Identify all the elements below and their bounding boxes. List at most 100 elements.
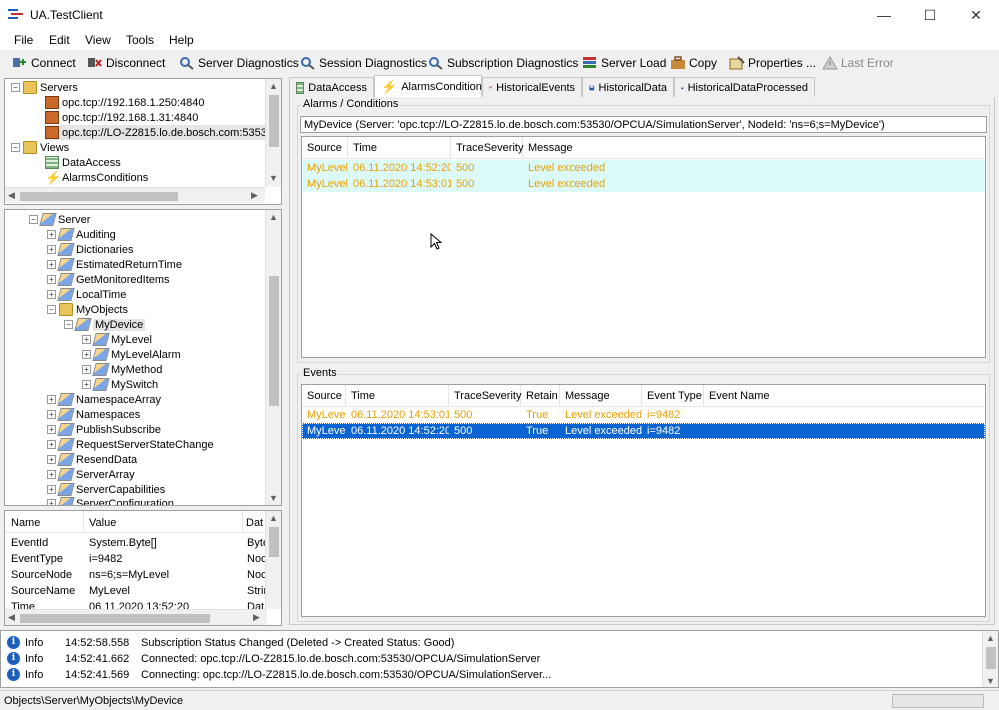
col-event-name[interactable]: Event Name	[704, 385, 784, 406]
alarm-row[interactable]: MyLevel 06.11.2020 14:53:01 500 Level excee…	[302, 176, 985, 192]
maximize-button[interactable]: ☐	[907, 0, 953, 30]
scroll-down-icon[interactable]: ▼	[986, 676, 995, 686]
collapse-icon[interactable]: −	[11, 83, 20, 92]
tab-alarmsconditions[interactable]: ⚡ AlarmsConditions	[374, 75, 487, 97]
expand-icon[interactable]: +	[47, 230, 56, 239]
vertical-scrollbar[interactable]: ▲ ▼	[265, 79, 281, 187]
tree-node-server[interactable]: opc.tcp://192.168.1.31:4840	[45, 110, 198, 125]
col-source[interactable]: Source	[302, 137, 348, 158]
tree-node-server-selected[interactable]: opc.tcp://LO-Z2815.lo.de.bosch.com:53530…	[45, 125, 279, 140]
scroll-thumb[interactable]	[20, 614, 210, 623]
log-row[interactable]: i Info 14:52:41.662 Connected: opc.tcp:/…	[7, 651, 540, 666]
collapse-icon[interactable]: −	[47, 305, 56, 314]
expand-icon[interactable]: +	[47, 485, 56, 494]
tree-node[interactable]: + Dictionaries	[47, 242, 133, 257]
tree-node[interactable]: + RequestServerStateChange	[47, 437, 214, 452]
tab-historicaldata[interactable]: HistoricalData	[582, 77, 674, 97]
tree-node[interactable]: + MyMethod	[82, 362, 162, 377]
log-row[interactable]: i Info 14:52:41.569 Connecting: opc.tcp:…	[7, 667, 551, 682]
col-time[interactable]: Time	[348, 137, 451, 158]
scroll-right-icon[interactable]: ▶	[253, 612, 260, 623]
tree-node-views[interactable]: − Views	[11, 140, 69, 155]
tab-dataaccess[interactable]: DataAccess	[289, 77, 374, 97]
scroll-up-icon[interactable]: ▲	[269, 81, 278, 91]
col-message[interactable]: Message	[560, 385, 642, 406]
expand-icon[interactable]: +	[47, 260, 56, 269]
col-traceseverity[interactable]: TraceSeverity	[449, 385, 521, 406]
expand-icon[interactable]: +	[82, 365, 91, 374]
tree-node[interactable]: + ServerArray	[47, 467, 135, 482]
menu-file[interactable]: File	[14, 33, 33, 47]
scroll-up-icon[interactable]: ▲	[269, 513, 278, 523]
expand-icon[interactable]: +	[82, 335, 91, 344]
col-retain[interactable]: Retain	[521, 385, 560, 406]
scroll-thumb[interactable]	[986, 647, 996, 669]
tree-node-myobjects[interactable]: − MyObjects	[47, 302, 128, 317]
horizontal-scrollbar[interactable]: ◀ ▶	[5, 609, 267, 625]
expand-icon[interactable]: +	[47, 499, 56, 505]
collapse-icon[interactable]: −	[11, 143, 20, 152]
copy-button[interactable]: Copy	[670, 55, 717, 71]
scroll-thumb[interactable]	[269, 276, 279, 406]
header-name[interactable]: Name	[11, 517, 40, 529]
properties-button[interactable]: Properties ...	[729, 55, 816, 71]
log-row[interactable]: i Info 14:52:58.558 Subscription Status …	[7, 635, 454, 650]
alarm-row[interactable]: MyLevel 06.11.2020 14:52:20 500 Level excee…	[302, 160, 985, 176]
session-diagnostics-button[interactable]: Session Diagnostics	[300, 55, 427, 71]
expand-icon[interactable]: +	[47, 410, 56, 419]
col-time[interactable]: Time	[346, 385, 449, 406]
vertical-scrollbar[interactable]: ▲	[265, 511, 281, 609]
connect-button[interactable]: Connect	[12, 55, 76, 71]
tree-node[interactable]: + Namespaces	[47, 407, 140, 422]
menu-tools[interactable]: Tools	[126, 33, 154, 47]
tree-node[interactable]: + MyLevel	[82, 332, 152, 347]
close-button[interactable]: ✕	[953, 0, 999, 30]
menu-view[interactable]: View	[85, 33, 111, 47]
scroll-thumb[interactable]	[269, 95, 279, 147]
expand-icon[interactable]: +	[47, 245, 56, 254]
minimize-button[interactable]: —	[861, 0, 907, 30]
collapse-icon[interactable]: −	[64, 320, 73, 329]
scroll-down-icon[interactable]: ▼	[269, 493, 278, 503]
scroll-left-icon[interactable]: ◀	[8, 612, 15, 623]
expand-icon[interactable]: +	[47, 395, 56, 404]
scroll-left-icon[interactable]: ◀	[8, 190, 15, 201]
tree-node[interactable]: + ResendData	[47, 452, 137, 467]
tab-historicalevents[interactable]: HistoricalEvents	[482, 77, 582, 97]
expand-icon[interactable]: +	[82, 380, 91, 389]
server-diagnostics-button[interactable]: Server Diagnostics	[179, 55, 299, 71]
menu-edit[interactable]: Edit	[49, 33, 70, 47]
tree-node[interactable]: + LocalTime	[47, 287, 126, 302]
expand-icon[interactable]: +	[47, 455, 56, 464]
tree-node-server-root[interactable]: − Server	[29, 212, 90, 227]
tree-node[interactable]: + MySwitch	[82, 377, 158, 392]
tree-node[interactable]: + Auditing	[47, 227, 116, 242]
tree-node[interactable]: + EstimatedReturnTime	[47, 257, 182, 272]
tree-node[interactable]: + ServerConfiguration	[47, 496, 174, 505]
expand-icon[interactable]: +	[82, 350, 91, 359]
expand-icon[interactable]: +	[47, 470, 56, 479]
scroll-right-icon[interactable]: ▶	[251, 190, 258, 201]
col-message[interactable]: Message	[523, 137, 613, 158]
scroll-down-icon[interactable]: ▼	[269, 173, 278, 183]
tree-node-servers[interactable]: − Servers	[11, 80, 78, 95]
scroll-up-icon[interactable]: ▲	[986, 633, 995, 643]
scroll-thumb[interactable]	[20, 192, 178, 201]
scroll-thumb[interactable]	[269, 527, 279, 557]
col-event-type[interactable]: Event Type	[642, 385, 704, 406]
tree-node[interactable]: + PublishSubscribe	[47, 422, 161, 437]
horizontal-scrollbar[interactable]: ◀ ▶	[5, 187, 265, 203]
tab-historicaldataprocessed[interactable]: HistoricalDataProcessed	[674, 77, 815, 97]
col-traceseverity[interactable]: TraceSeverity	[451, 137, 523, 158]
menu-help[interactable]: Help	[169, 33, 194, 47]
expand-icon[interactable]: +	[47, 440, 56, 449]
tree-node[interactable]: + GetMonitoredItems	[47, 272, 170, 287]
expand-icon[interactable]: +	[47, 275, 56, 284]
col-source[interactable]: Source	[302, 385, 346, 406]
expand-icon[interactable]: +	[47, 290, 56, 299]
tree-node[interactable]: + ServerCapabilities	[47, 482, 165, 497]
vertical-scrollbar[interactable]: ▲ ▼	[982, 631, 998, 687]
expand-icon[interactable]: +	[47, 425, 56, 434]
collapse-icon[interactable]: −	[29, 215, 38, 224]
last-error-button[interactable]: Last Error	[822, 55, 894, 71]
